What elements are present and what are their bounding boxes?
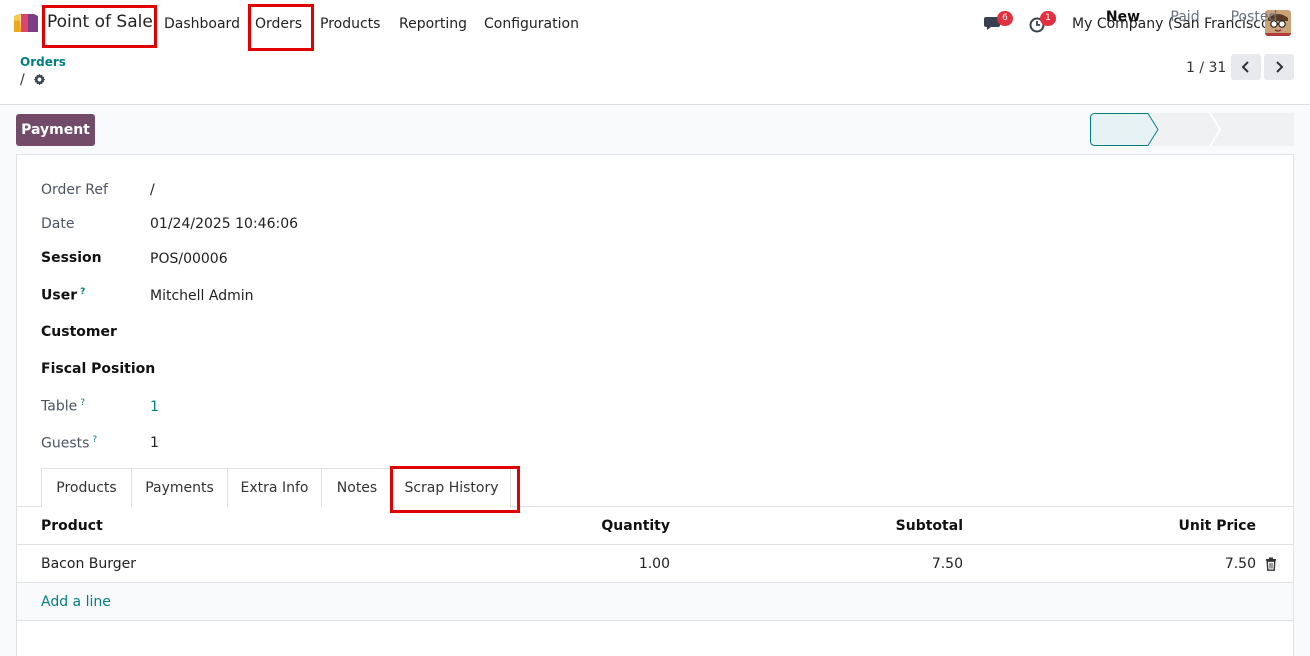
session-label: Session xyxy=(41,250,102,266)
pager-next-button[interactable] xyxy=(1264,54,1294,80)
gear-icon[interactable] xyxy=(33,73,46,86)
column-product[interactable]: Product xyxy=(41,518,103,534)
order-ref-label: Order Ref xyxy=(41,182,108,198)
user-value[interactable]: Mitchell Admin xyxy=(150,288,254,304)
table-label: Table xyxy=(41,398,78,415)
tab-extra-info[interactable]: Extra Info xyxy=(227,468,322,507)
user-label: User xyxy=(41,287,78,304)
guests-value: 1 xyxy=(150,435,159,451)
tab-notes[interactable]: Notes xyxy=(321,468,393,507)
highlight-app-name xyxy=(42,5,157,48)
order-ref-value: / xyxy=(150,182,155,198)
highlight-orders xyxy=(248,4,314,51)
chevron-left-icon xyxy=(1241,61,1249,73)
guests-label: Guests xyxy=(41,435,90,452)
breadcrumb-orders[interactable]: Orders xyxy=(20,55,66,69)
payment-button[interactable]: Payment xyxy=(16,114,95,146)
menu-configuration[interactable]: Configuration xyxy=(484,16,579,32)
status-paid[interactable]: Paid xyxy=(1160,0,1210,33)
messages-badge: 6 xyxy=(997,11,1013,26)
breadcrumb-current: / xyxy=(20,72,25,88)
menu-dashboard[interactable]: Dashboard xyxy=(164,16,240,32)
table-value[interactable]: 1 xyxy=(150,399,159,415)
table-bottom-divider xyxy=(17,620,1293,621)
date-value[interactable]: 01/24/2025 10:46:06 xyxy=(150,216,298,232)
user-help-icon[interactable]: ? xyxy=(80,287,85,297)
table-help-icon[interactable]: ? xyxy=(80,398,85,408)
guests-help-icon[interactable]: ? xyxy=(92,435,97,445)
pager-previous-button[interactable] xyxy=(1231,54,1261,80)
customer-label: Customer xyxy=(41,324,117,340)
menu-products[interactable]: Products xyxy=(320,16,380,32)
fiscal-position-label: Fiscal Position xyxy=(41,361,156,377)
add-line-link[interactable]: Add a line xyxy=(41,594,111,610)
column-quantity[interactable]: Quantity xyxy=(600,518,670,534)
line-quantity[interactable]: 1.00 xyxy=(600,556,670,572)
line-unit-price[interactable]: 7.50 xyxy=(1166,556,1256,572)
column-unit-price[interactable]: Unit Price xyxy=(1166,518,1256,534)
add-line-row xyxy=(17,583,1293,621)
session-value[interactable]: POS/00006 xyxy=(150,251,228,267)
user-label-wrap: User? xyxy=(41,287,85,304)
line-product[interactable]: Bacon Burger xyxy=(41,556,136,572)
header-divider xyxy=(17,544,1293,545)
status-new[interactable]: New xyxy=(1092,0,1154,33)
pos-app-icon[interactable] xyxy=(12,12,40,34)
menu-reporting[interactable]: Reporting xyxy=(399,16,467,32)
highlight-scrap-history xyxy=(390,466,520,513)
status-bar xyxy=(1090,113,1294,146)
status-posted[interactable]: Posted xyxy=(1222,0,1286,33)
chevron-right-icon xyxy=(1276,61,1284,73)
line-subtotal: 7.50 xyxy=(931,556,963,572)
activities-badge: 1 xyxy=(1040,11,1056,26)
date-label: Date xyxy=(41,216,75,232)
pager-value[interactable]: 1 / 31 xyxy=(1186,60,1226,76)
tab-payments[interactable]: Payments xyxy=(131,468,228,507)
column-subtotal[interactable]: Subtotal xyxy=(880,518,963,534)
trash-icon[interactable] xyxy=(1265,557,1277,571)
guests-label-wrap: Guests? xyxy=(41,435,97,452)
tab-products[interactable]: Products xyxy=(41,468,132,507)
table-label-wrap: Table? xyxy=(41,398,85,415)
